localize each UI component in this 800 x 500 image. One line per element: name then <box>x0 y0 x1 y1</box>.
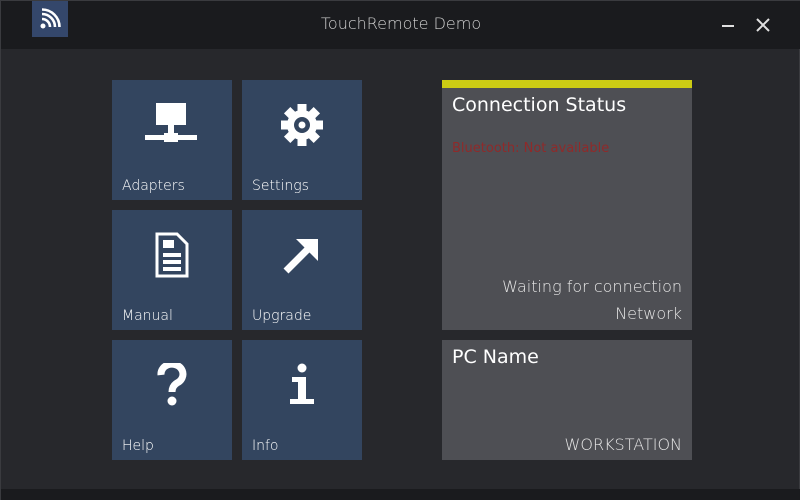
upgrade-tile[interactable]: Upgrade <box>242 210 362 330</box>
status-bar <box>1 489 800 500</box>
network-icon <box>145 103 197 142</box>
tile-label: Manual <box>122 308 173 324</box>
document-icon <box>155 232 189 278</box>
arrow-up-right-icon <box>283 239 318 274</box>
close-button[interactable] <box>748 11 778 39</box>
connection-state: Waiting for connection <box>502 277 682 296</box>
manual-tile[interactable]: Manual <box>112 210 232 330</box>
title-bar: TouchRemote Demo <box>1 1 800 49</box>
connection-type: Network <box>615 304 682 323</box>
help-tile[interactable]: Help <box>112 340 232 460</box>
settings-tile[interactable]: Settings <box>242 80 362 200</box>
tile-label: Info <box>252 438 279 454</box>
minimize-icon <box>722 25 734 27</box>
question-icon <box>157 363 187 406</box>
tile-label: Upgrade <box>252 308 312 324</box>
close-icon <box>756 18 770 32</box>
adapters-tile[interactable]: Adapters <box>112 80 232 200</box>
connection-status-title: Connection Status <box>452 94 627 116</box>
pc-name-panel: PC Name WORKSTATION <box>442 340 692 460</box>
window-title: TouchRemote Demo <box>320 14 482 33</box>
tile-label: Settings <box>252 178 309 194</box>
pc-name-title: PC Name <box>452 346 539 368</box>
connection-status-panel: Connection Status Bluetooth: Not availab… <box>442 80 692 330</box>
tile-label: Help <box>122 438 154 454</box>
info-tile[interactable]: Info <box>242 340 362 460</box>
gear-icon <box>281 104 323 146</box>
pc-name-value: WORKSTATION <box>564 435 682 454</box>
status-accent-bar <box>442 80 692 88</box>
minimize-button[interactable] <box>713 11 743 39</box>
bluetooth-status: Bluetooth: Not available <box>452 141 610 156</box>
tile-label: Adapters <box>122 178 185 194</box>
info-icon <box>290 363 314 404</box>
